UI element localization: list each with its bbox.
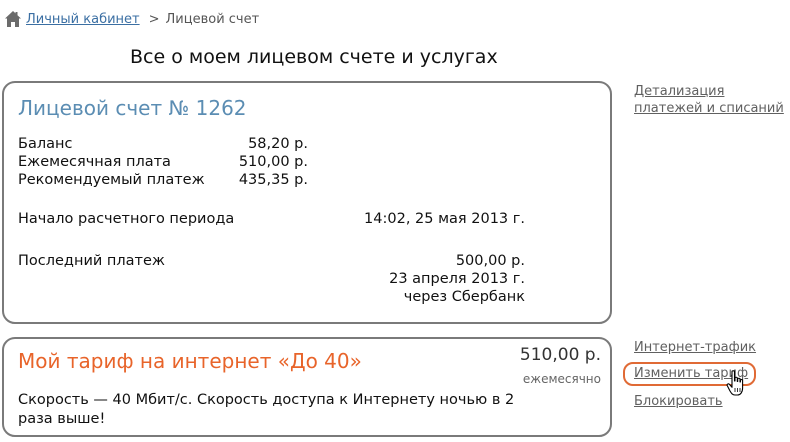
breadcrumb-link-personal-cabinet[interactable]: Личный кабинет xyxy=(26,12,140,27)
payment-details-link[interactable]: Детализация платежей и списаний xyxy=(634,83,790,117)
monthly-fee-value: 510,00 р. xyxy=(238,154,308,170)
breadcrumb-current: Лицевой счет xyxy=(165,11,260,27)
last-payment-date: 23 апреля 2013 г. xyxy=(389,271,525,287)
account-card: Лицевой счет № 1262 Баланс 58,20 р. Ежем… xyxy=(2,81,612,324)
hand-pointer-icon xyxy=(726,370,744,396)
internet-traffic-link[interactable]: Интернет-трафик xyxy=(634,339,756,356)
period-start-value: 14:02, 25 мая 2013 г. xyxy=(364,211,525,227)
balance-label: Баланс xyxy=(18,136,73,152)
period-start-label: Начало расчетного периода xyxy=(18,211,235,227)
breadcrumb-separator: > xyxy=(148,11,160,27)
block-link[interactable]: Блокировать xyxy=(634,393,723,410)
tariff-price: 510,00 р. xyxy=(519,345,601,365)
last-payment-amount: 500,00 р. xyxy=(455,253,525,269)
account-title: Лицевой счет № 1262 xyxy=(18,96,247,120)
recommended-payment-label: Рекомендуемый платеж xyxy=(18,172,205,188)
breadcrumb: Личный кабинет > Лицевой счет xyxy=(4,9,259,29)
recommended-payment-value: 435,35 р. xyxy=(238,172,308,188)
tariff-period: ежемесячно xyxy=(522,372,601,386)
monthly-fee-label: Ежемесячная плата xyxy=(18,154,171,170)
last-payment-label: Последний платеж xyxy=(18,253,165,269)
balance-value: 58,20 р. xyxy=(248,136,308,152)
tariff-description: Скорость — 40 Мбит/с. Скорость доступа к… xyxy=(18,392,515,427)
home-icon[interactable] xyxy=(4,10,22,28)
tariff-card: Мой тариф на интернет «До 40» 510,00 р. … xyxy=(2,337,612,437)
page-title: Все о моем лицевом счете и услугах xyxy=(130,46,498,68)
tariff-title: Мой тариф на интернет «До 40» xyxy=(18,349,362,373)
last-payment-method: через Сбербанк xyxy=(403,289,525,305)
